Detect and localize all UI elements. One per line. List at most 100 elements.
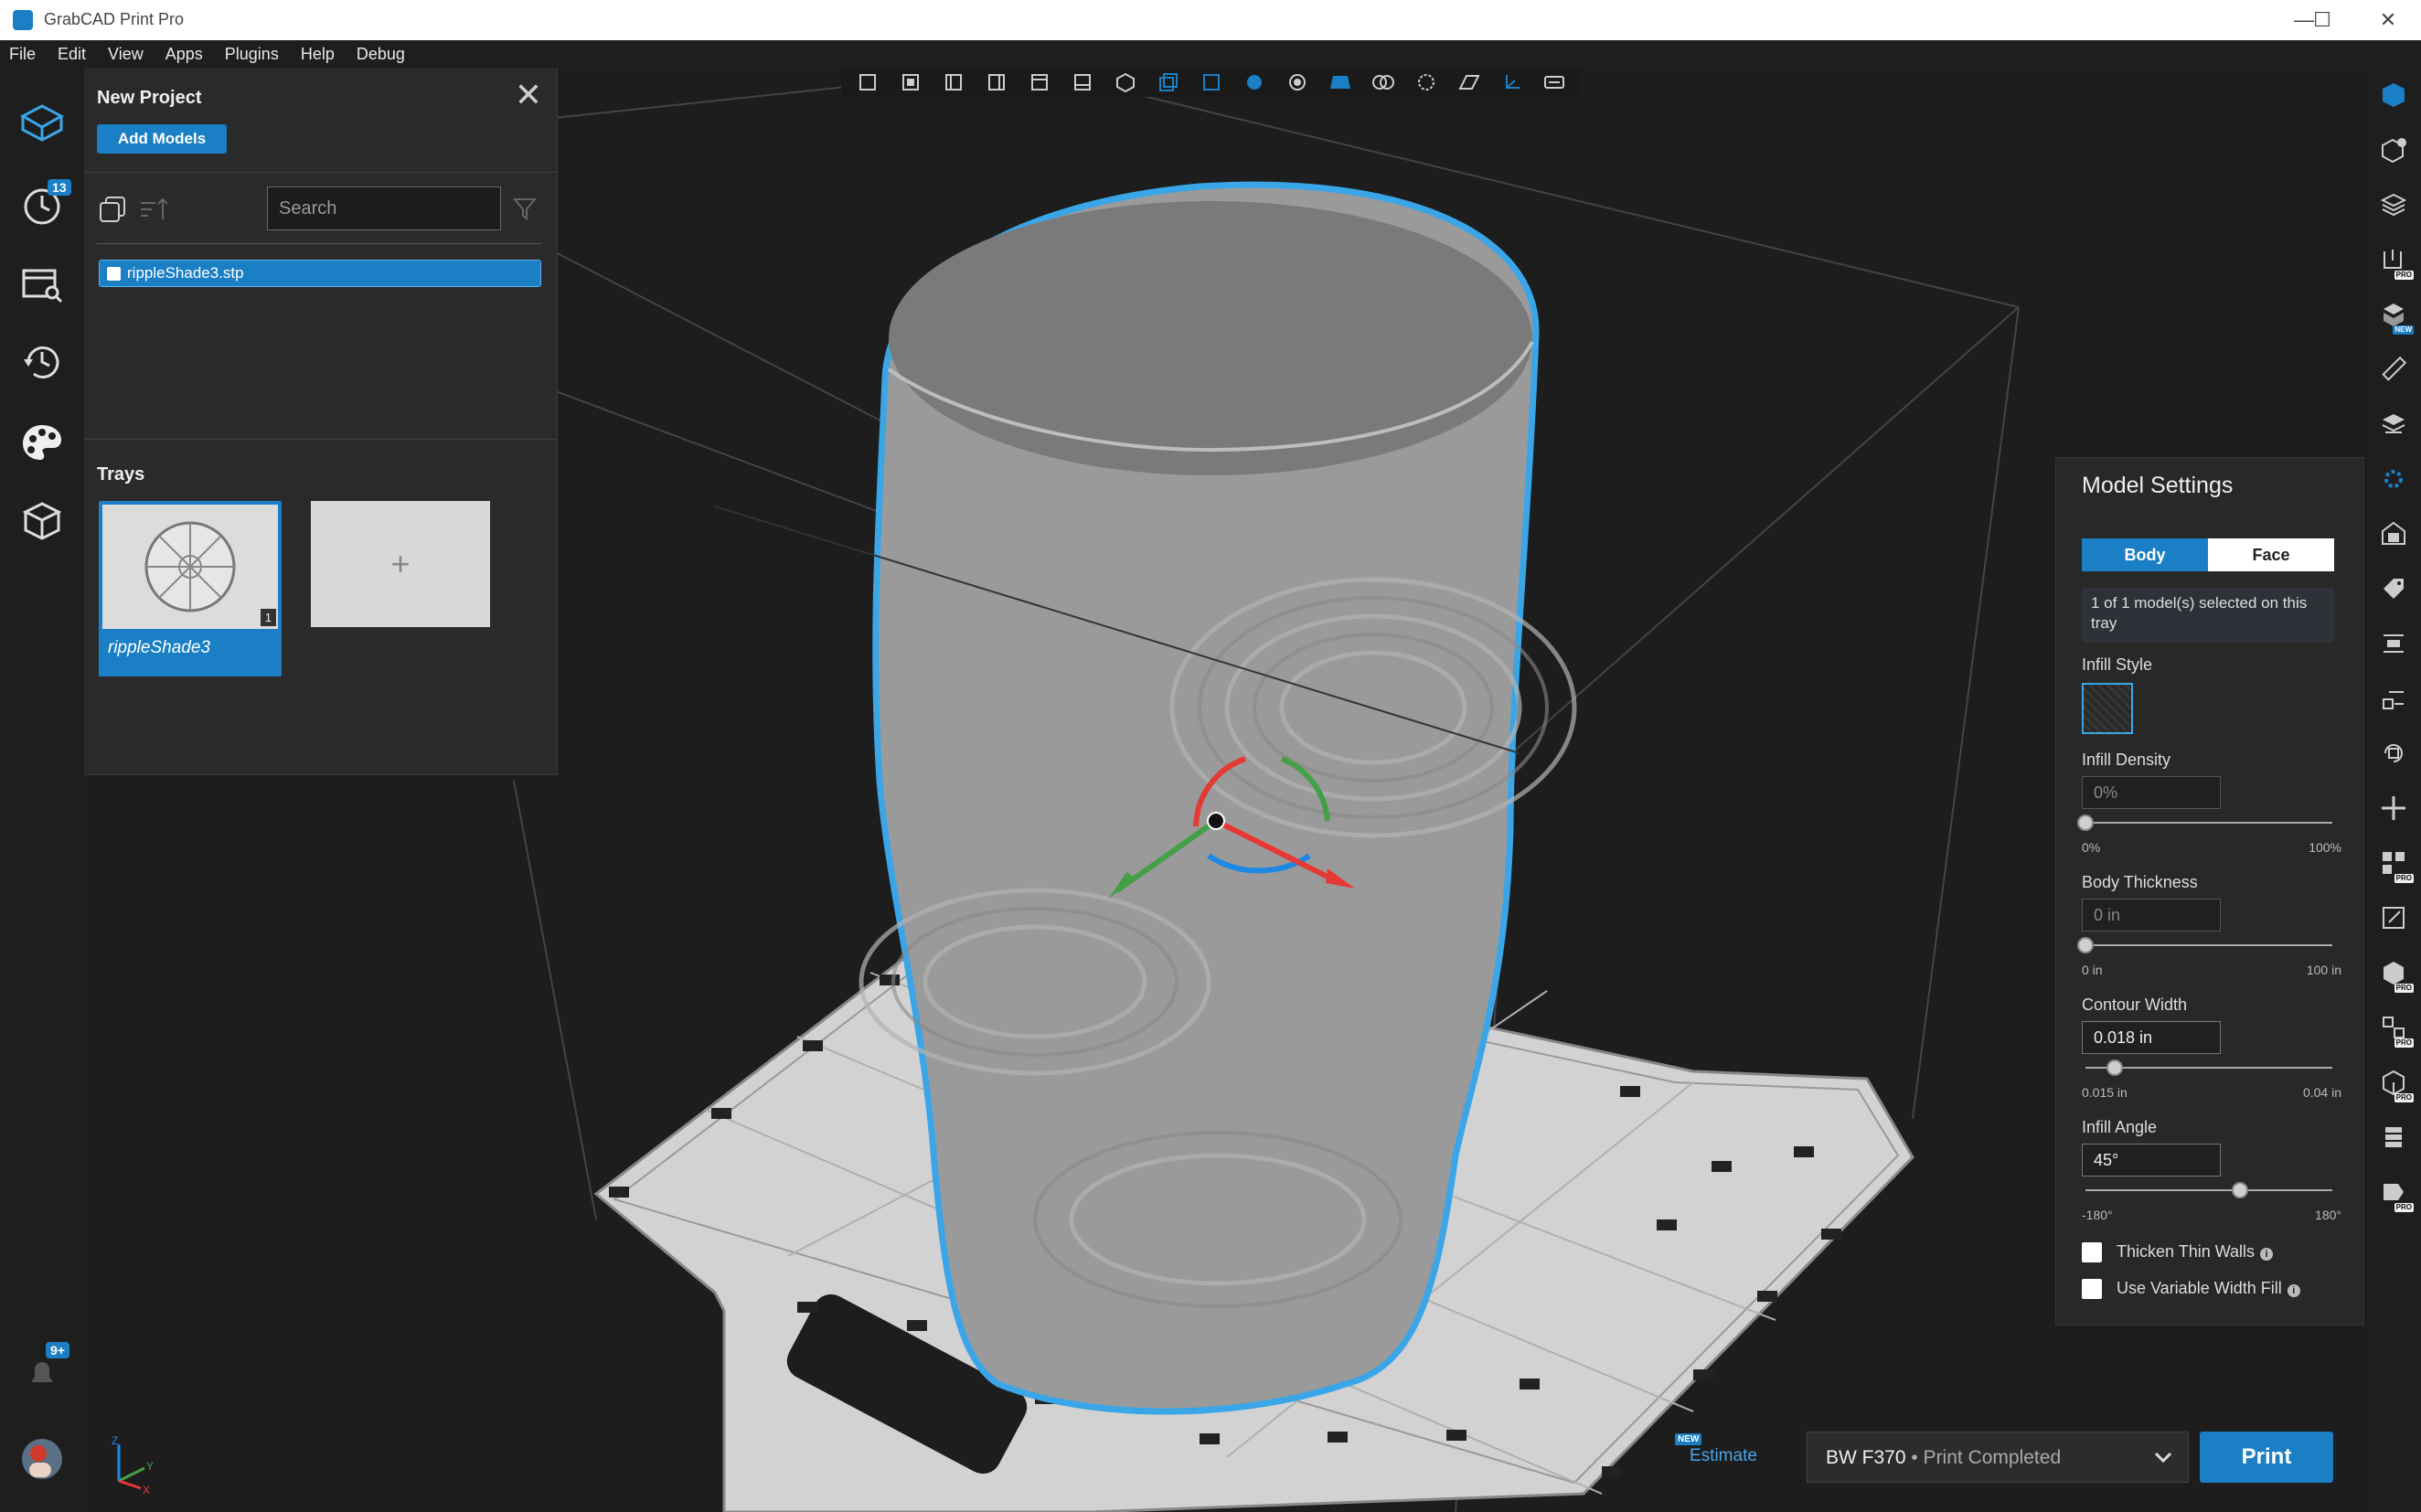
model-settings-tool[interactable] [2375, 75, 2412, 115]
hollow-tool[interactable]: PRO [2375, 1062, 2414, 1102]
printer-view-icon[interactable] [1541, 70, 1568, 94]
title-bar: GrabCAD Print Pro — ☐ ✕ [0, 0, 2421, 40]
infill-density-field[interactable]: 0% [2082, 776, 2221, 809]
infill-angle-min: -180° [2082, 1208, 2113, 1222]
variable-width-fill-checkbox[interactable] [2082, 1279, 2102, 1299]
model-settings-active-tool[interactable] [2375, 459, 2412, 499]
slider-knob[interactable] [2231, 1182, 2248, 1198]
models-library-nav-button[interactable] [16, 495, 68, 547]
estimate-label: Estimate [1690, 1446, 1757, 1465]
print-button[interactable]: Print [2200, 1432, 2333, 1483]
pro-badge: PRO [2394, 1203, 2414, 1212]
info-icon[interactable]: i [2260, 1248, 2274, 1261]
infill-density-slider[interactable] [2077, 815, 2332, 831]
section-view-icon[interactable] [1456, 70, 1483, 94]
view-top-icon[interactable] [1026, 70, 1053, 94]
tray-settings-tool[interactable] [2375, 130, 2412, 170]
axes-toggle-icon[interactable] [1498, 70, 1526, 94]
scale-tool[interactable] [2375, 898, 2412, 938]
menu-file[interactable]: File [0, 40, 47, 68]
view-right-icon[interactable] [983, 70, 1010, 94]
multi-material-tool[interactable]: NEW [2375, 294, 2414, 335]
arrange-tool[interactable]: PRO [2375, 843, 2414, 883]
maximize-button[interactable]: ☐ [2304, 5, 2341, 35]
info-icon[interactable]: i [2287, 1284, 2300, 1297]
project-nav-button[interactable] [16, 97, 68, 148]
layers-tool[interactable] [2375, 185, 2412, 225]
thicken-thin-walls-checkbox[interactable] [2082, 1242, 2102, 1262]
support-tool[interactable] [2375, 404, 2412, 444]
search-input[interactable]: Search [267, 186, 501, 230]
move-tool[interactable] [2375, 788, 2412, 828]
show-supports-icon[interactable] [1413, 70, 1440, 94]
globe-view-icon[interactable] [1241, 70, 1268, 94]
close-panel-icon[interactable]: ✕ [515, 79, 542, 112]
close-window-button[interactable]: ✕ [2370, 5, 2406, 35]
slider-knob[interactable] [2077, 815, 2094, 831]
contour-width-field[interactable]: 0.018 in [2082, 1021, 2221, 1054]
shading-icon[interactable] [1284, 70, 1311, 94]
stack-cubes-icon [2384, 303, 2404, 326]
menu-help[interactable]: Help [290, 40, 346, 68]
trays-label: Trays [97, 464, 145, 484]
support-layers-icon [2382, 414, 2405, 433]
body-thickness-slider[interactable] [2077, 937, 2332, 953]
view-front-icon[interactable] [854, 70, 881, 94]
printer-select[interactable]: BW F370 • Print Completed [1807, 1432, 2189, 1483]
contour-width-slider[interactable] [2085, 1059, 2332, 1076]
slider-knob[interactable] [2106, 1059, 2124, 1076]
sort-icon[interactable] [139, 196, 172, 223]
stack-tool[interactable] [2375, 1117, 2412, 1157]
user-avatar-button[interactable] [16, 1433, 68, 1485]
view-bottom-icon[interactable] [1069, 70, 1096, 94]
infill-style-swatch[interactable] [2082, 683, 2133, 734]
show-models-icon[interactable] [1370, 70, 1397, 94]
view-back-icon[interactable] [897, 70, 924, 94]
body-tab[interactable]: Body [2082, 538, 2208, 571]
solid-tool[interactable]: PRO [2375, 953, 2414, 993]
thicken-thin-walls-label: Thicken Thin Walls i [2117, 1242, 2274, 1262]
window-title: GrabCAD Print Pro [44, 10, 185, 28]
add-tray-button[interactable]: + [311, 501, 490, 627]
materials-nav-button[interactable] [16, 417, 68, 468]
schedule-nav-button[interactable] [16, 260, 68, 311]
align-tool[interactable] [2375, 623, 2412, 664]
infill-angle-slider[interactable] [2085, 1182, 2332, 1198]
printer-status: • Print Completed [1911, 1447, 2062, 1468]
view-left-icon[interactable] [940, 70, 967, 94]
menu-debug[interactable]: Debug [346, 40, 416, 68]
filter-icon[interactable] [512, 196, 538, 221]
select-mode-icon[interactable] [1198, 70, 1225, 94]
duplicate-icon[interactable] [97, 194, 128, 225]
label-tool[interactable]: PRO [2375, 1172, 2414, 1212]
face-tab[interactable]: Face [2208, 538, 2334, 571]
perspective-toggle-icon[interactable] [1155, 70, 1182, 94]
menu-view[interactable]: View [97, 40, 155, 68]
menu-edit[interactable]: Edit [47, 40, 97, 68]
tray-view-icon[interactable] [1327, 70, 1354, 94]
tray-card[interactable]: 1 rippleShade3 [99, 501, 282, 676]
orientation-tool[interactable] [2375, 514, 2412, 554]
paint-tool[interactable] [2375, 569, 2412, 609]
tray-model-count: 1 [260, 609, 276, 626]
notifications-button[interactable]: 9+ [16, 1342, 69, 1399]
menu-plugins[interactable]: Plugins [214, 40, 290, 68]
rotate-tool[interactable] [2375, 733, 2412, 773]
body-thickness-max: 100 in [2306, 963, 2341, 977]
body-thickness-field[interactable]: 0 in [2082, 899, 2221, 932]
history-nav-button[interactable] [16, 336, 68, 388]
menu-apps[interactable]: Apps [155, 40, 214, 68]
model-list-item[interactable]: rippleShade3.stp [99, 260, 541, 287]
measure-tool[interactable] [2375, 349, 2412, 389]
infill-angle-field[interactable]: 45° [2082, 1144, 2221, 1177]
queue-nav-button[interactable]: 13 [16, 179, 71, 232]
pro-badge: PRO [2394, 984, 2414, 993]
view-iso-icon[interactable] [1112, 70, 1139, 94]
slider-knob[interactable] [2077, 937, 2094, 953]
estimate-button[interactable]: NEW Estimate [1675, 1433, 1757, 1466]
add-models-button[interactable]: Add Models [97, 124, 227, 154]
swap-tool[interactable] [2375, 678, 2412, 719]
split-tool[interactable]: PRO [2375, 1007, 2414, 1048]
build-plate-tool[interactable]: PRO [2375, 240, 2414, 280]
pro-badge: PRO [2394, 1038, 2414, 1048]
